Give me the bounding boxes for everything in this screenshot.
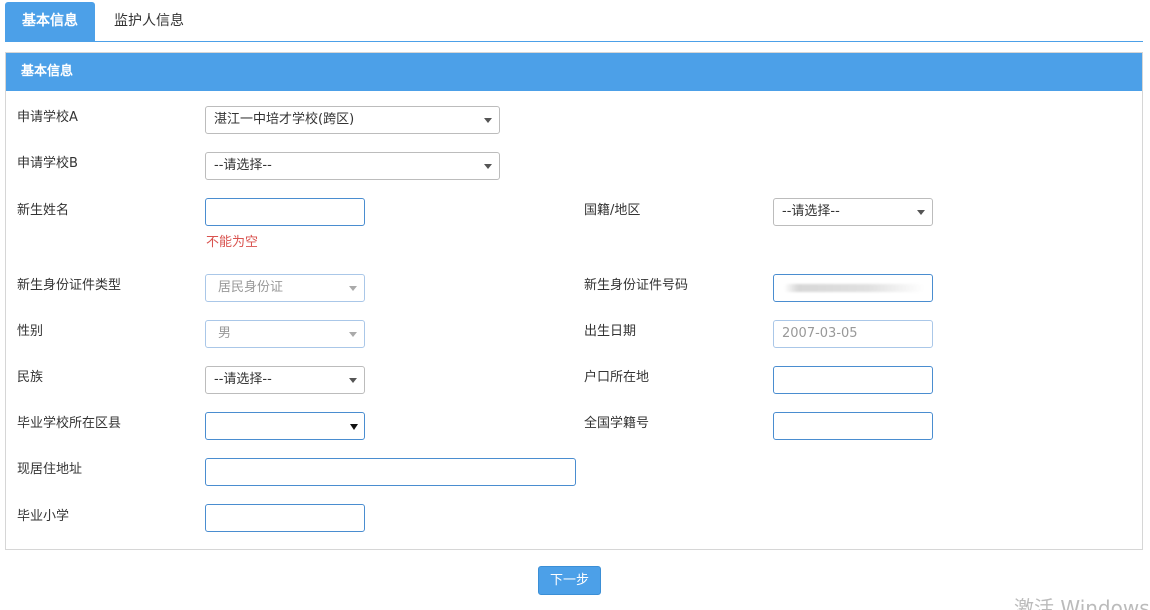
birth-date-input[interactable]: 2007-03-05 xyxy=(773,320,933,348)
gender-value: 男 xyxy=(218,326,232,341)
school-a-label: 申请学校A xyxy=(17,110,78,125)
chevron-down-icon xyxy=(349,332,357,337)
birth-date-label: 出生日期 xyxy=(584,324,637,339)
id-type-label: 新生身份证件类型 xyxy=(17,278,122,293)
school-a-value: 湛江一中培才学校(跨区) xyxy=(214,112,355,127)
tab-guardian-info[interactable]: 监护人信息 xyxy=(100,2,198,41)
ethnicity-select[interactable]: --请选择-- xyxy=(205,366,365,394)
nationality-select[interactable]: --请选择-- xyxy=(773,198,933,226)
id-number-label: 新生身份证件号码 xyxy=(584,278,689,293)
student-name-input[interactable] xyxy=(205,198,365,226)
chevron-down-icon xyxy=(350,424,358,430)
ethnicity-label: 民族 xyxy=(17,370,44,385)
tab-bar: 基本信息 监护人信息 xyxy=(5,0,1143,42)
gender-select[interactable]: 男 xyxy=(205,320,365,348)
tab-basic-info[interactable]: 基本信息 xyxy=(5,2,95,41)
next-button[interactable]: 下一步 xyxy=(538,566,601,595)
school-b-label: 申请学校B xyxy=(17,156,78,171)
school-b-select[interactable]: --请选择-- xyxy=(205,152,500,180)
activate-windows-watermark: 激活 Windows xyxy=(1014,596,1150,610)
chevron-down-icon xyxy=(917,210,925,215)
chevron-down-icon xyxy=(349,286,357,291)
nationality-value: --请选择-- xyxy=(782,204,840,219)
student-no-input[interactable] xyxy=(773,412,933,440)
school-b-value: --请选择-- xyxy=(214,158,272,173)
student-no-label: 全国学籍号 xyxy=(584,416,650,431)
household-label: 户口所在地 xyxy=(584,370,650,385)
grad-district-select[interactable] xyxy=(205,412,365,440)
address-label: 现居住地址 xyxy=(17,462,83,477)
student-name-error: 不能为空 xyxy=(206,235,259,250)
chevron-down-icon xyxy=(349,378,357,383)
panel-title: 基本信息 xyxy=(6,53,1142,91)
school-a-select[interactable]: 湛江一中培才学校(跨区) xyxy=(205,106,500,134)
basic-info-panel: 基本信息 申请学校A 湛江一中培才学校(跨区) 申请学校B --请选择-- 新生… xyxy=(5,52,1143,550)
id-type-value: 居民身份证 xyxy=(218,280,284,295)
household-input[interactable] xyxy=(773,366,933,394)
primary-school-input[interactable] xyxy=(205,504,365,532)
address-input[interactable] xyxy=(205,458,576,486)
redacted-id-number xyxy=(784,284,924,292)
gender-label: 性别 xyxy=(17,324,44,339)
primary-school-label: 毕业小学 xyxy=(17,509,70,524)
student-name-label: 新生姓名 xyxy=(17,203,70,218)
grad-district-label: 毕业学校所在区县 xyxy=(17,416,122,431)
nationality-label: 国籍/地区 xyxy=(584,203,641,218)
chevron-down-icon xyxy=(484,164,492,169)
id-type-select[interactable]: 居民身份证 xyxy=(205,274,365,302)
id-number-input[interactable] xyxy=(773,274,933,302)
ethnicity-value: --请选择-- xyxy=(214,372,272,387)
chevron-down-icon xyxy=(484,118,492,123)
